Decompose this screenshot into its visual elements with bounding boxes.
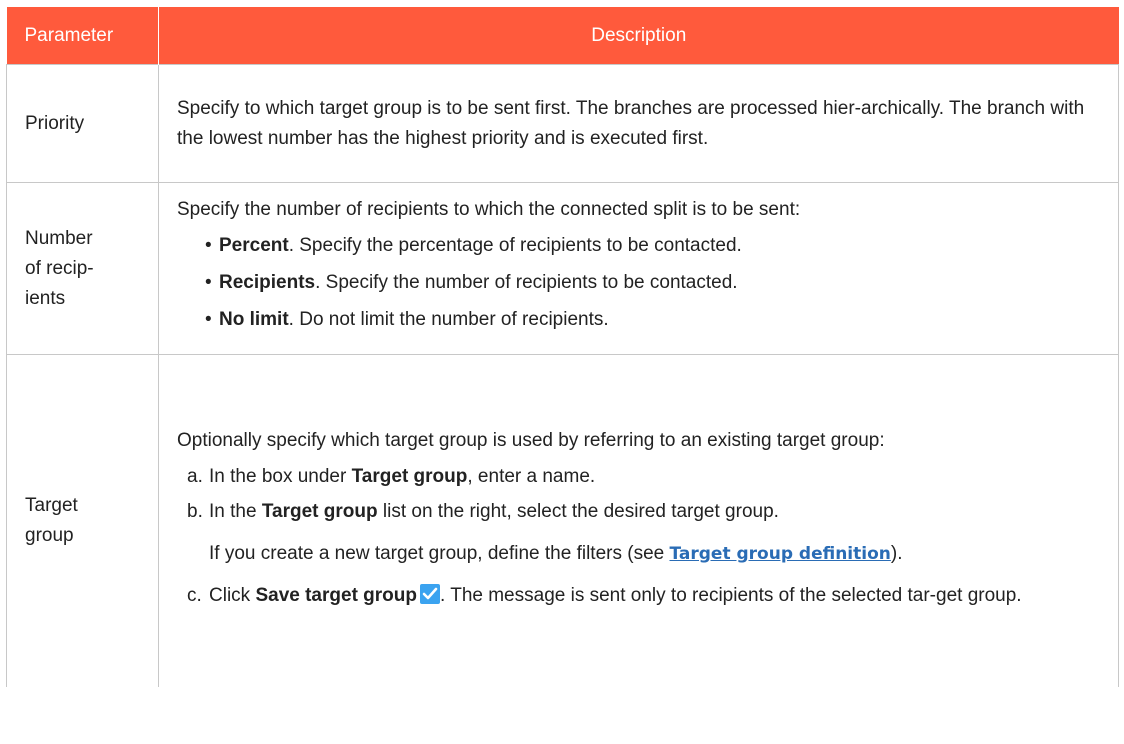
step-bold: Save target group <box>255 585 417 606</box>
table-row-priority: Priority Specify to which target group i… <box>6 64 1119 183</box>
option-text: . Specify the percentage of recipients t… <box>288 235 742 256</box>
header-description: Description <box>158 7 1119 65</box>
param-desc-recipients: Specify the number of recipients to whic… <box>158 182 1119 355</box>
step-note: If you create a new target group, define… <box>209 539 1096 569</box>
step-text: In the <box>209 501 262 522</box>
step-text: list on the right, select the desired ta… <box>377 501 779 522</box>
list-item: • Recipients. Specify the number of recip… <box>205 272 738 293</box>
note-text: ). <box>890 543 903 564</box>
list-item: b. In the Target group list on the right… <box>187 497 1096 569</box>
target-group-name-line1: Target <box>25 495 78 516</box>
target-group-intro: Optionally specify which target group is… <box>177 430 885 451</box>
list-item: • No limit. Do not limit the number of re… <box>205 309 609 330</box>
parameter-table: Parameter Description Priority Specify t… <box>6 7 1119 687</box>
step-text: Click <box>209 585 256 606</box>
step-text: In the box under <box>209 466 352 487</box>
table-row-recipients: Number of recip- ients Specify the numbe… <box>6 182 1119 355</box>
recipients-name-line1: Number <box>25 227 93 249</box>
target-group-definition-link[interactable]: Target group definition <box>669 544 890 564</box>
header-parameter: Parameter <box>6 7 159 65</box>
table-header-row: Parameter Description <box>6 7 1119 65</box>
option-label: Percent <box>219 235 289 256</box>
param-name-recipients: Number of recip- ients <box>6 182 159 355</box>
option-label: Recipients <box>219 272 316 293</box>
option-text: . Specify the number of recipients to be… <box>315 272 738 293</box>
param-name-target-group: Target group <box>6 354 159 687</box>
table-row-target-group: Target group Optionally specify which ta… <box>6 354 1119 687</box>
param-desc-target-group: Optionally specify which target group is… <box>158 354 1119 687</box>
step-marker: b. <box>187 501 203 522</box>
step-marker: a. <box>187 466 203 487</box>
param-name-priority: Priority <box>6 64 159 183</box>
target-group-name-line2: group <box>25 525 74 546</box>
param-desc-priority: Specify to which target group is to be s… <box>158 64 1119 183</box>
step-text: , enter a name. <box>467 466 596 487</box>
list-item: c. Click Save target group . The message … <box>187 581 1096 611</box>
option-text: . Do not limit the number of recipients. <box>288 309 609 330</box>
list-item: a. In the box under Target group, enter … <box>187 462 1096 492</box>
priority-description: Specify to which target group is to be s… <box>177 97 1085 149</box>
recipients-options-list: • Percent. Specify the percentage of reci… <box>177 231 1096 335</box>
checkmark-icon <box>420 584 440 604</box>
recipients-intro: Specify the number of recipients to whic… <box>177 199 801 220</box>
recipients-name-line3: ients <box>25 287 66 309</box>
list-item: • Percent. Specify the percentage of reci… <box>205 235 742 256</box>
recipients-name-line2: of recip- <box>25 257 94 279</box>
target-group-steps: a. In the box under Target group, enter … <box>177 462 1096 611</box>
step-bold: Target group <box>261 501 378 522</box>
step-text: . The message is sent only to recipients… <box>440 585 1022 606</box>
option-label: No limit <box>219 309 289 330</box>
step-marker: c. <box>187 585 202 606</box>
step-bold: Target group <box>351 466 468 487</box>
note-text: If you create a new target group, define… <box>209 543 670 564</box>
